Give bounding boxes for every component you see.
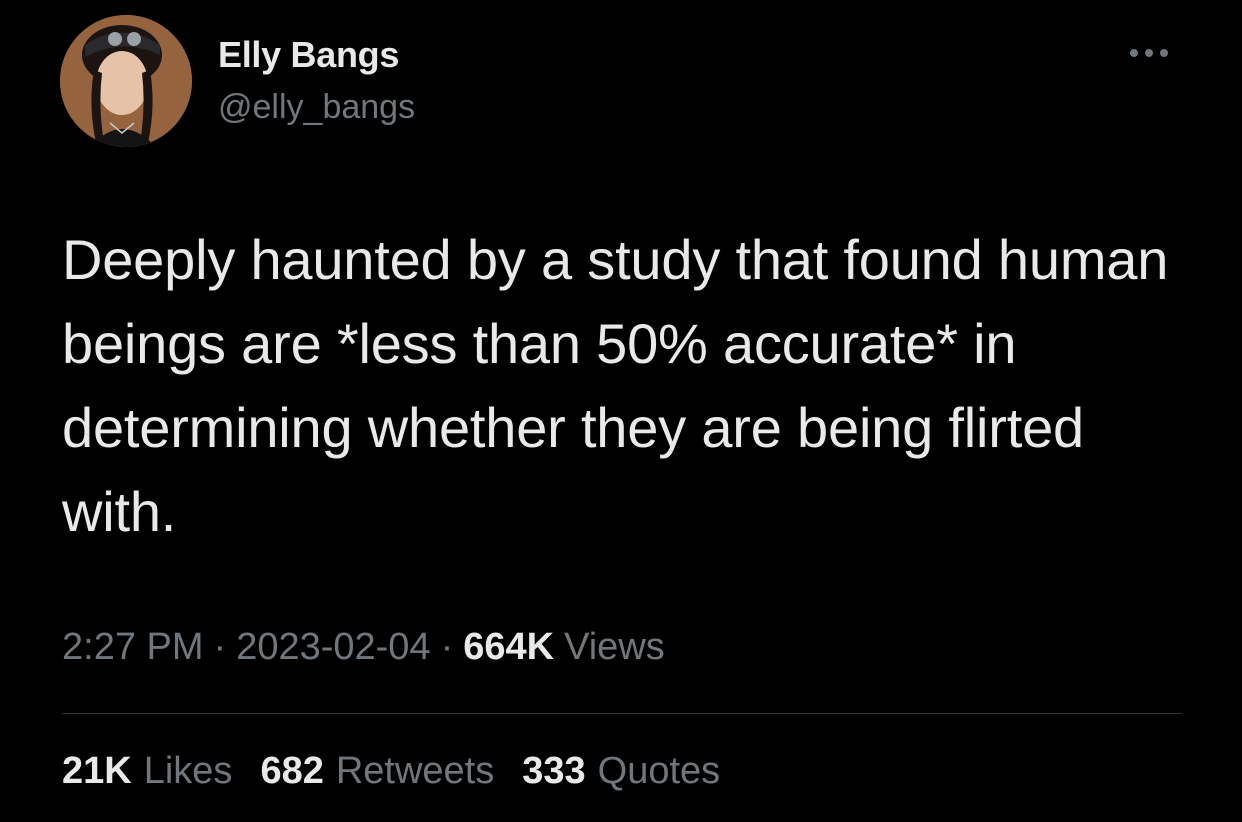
tweet-date[interactable]: 2023-02-04 bbox=[236, 626, 430, 669]
author-display-name[interactable]: Elly Bangs bbox=[218, 34, 399, 76]
tweet-meta: 2:27 PM · 2023-02-04 · 664K Views bbox=[62, 626, 665, 669]
more-options-icon[interactable] bbox=[1130, 46, 1180, 60]
likes-stat[interactable]: 21K Likes bbox=[62, 750, 232, 793]
meta-separator: · bbox=[213, 626, 227, 668]
author-avatar[interactable] bbox=[60, 15, 192, 147]
more-dot bbox=[1160, 49, 1168, 57]
tweet-time[interactable]: 2:27 PM bbox=[62, 626, 204, 669]
author-handle[interactable]: @elly_bangs bbox=[218, 88, 415, 127]
more-dot bbox=[1145, 49, 1153, 57]
tweet-stats: 21K Likes 682 Retweets 333 Quotes bbox=[62, 750, 748, 793]
meta-separator: · bbox=[440, 626, 454, 668]
avatar-photo bbox=[60, 15, 192, 147]
views-count[interactable]: 664K bbox=[463, 626, 554, 669]
retweets-count: 682 bbox=[260, 750, 324, 792]
divider bbox=[62, 713, 1182, 714]
views-label[interactable]: Views bbox=[564, 626, 665, 669]
retweets-label: Retweets bbox=[335, 750, 495, 792]
retweets-stat[interactable]: 682 Retweets bbox=[260, 750, 494, 793]
likes-count: 21K bbox=[62, 750, 132, 792]
quotes-stat[interactable]: 333 Quotes bbox=[522, 750, 720, 793]
quotes-label: Quotes bbox=[597, 750, 721, 792]
more-dot bbox=[1130, 49, 1138, 57]
quotes-count: 333 bbox=[522, 750, 586, 792]
tweet-text: Deeply haunted by a study that found hum… bbox=[62, 228, 1169, 543]
likes-label: Likes bbox=[143, 750, 233, 792]
